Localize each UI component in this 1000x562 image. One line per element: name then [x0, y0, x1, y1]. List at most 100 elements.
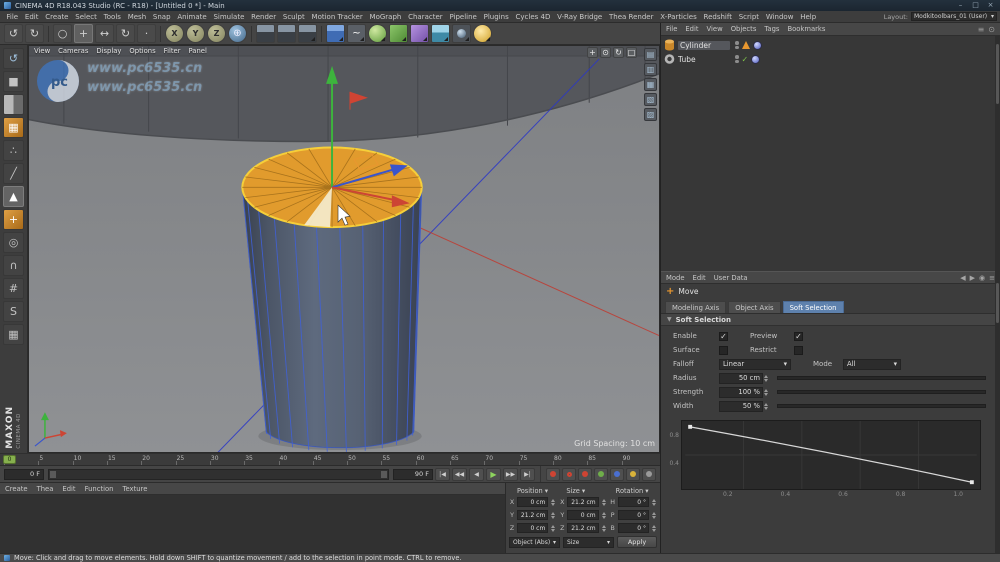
enabled-check-icon[interactable]: ✓ [742, 55, 749, 64]
position-y-field[interactable]: 21.2 cm [517, 510, 549, 520]
timeline-tick[interactable]: 85 [587, 454, 621, 465]
timeline-tick[interactable]: 35 [244, 454, 278, 465]
history-forward-icon[interactable]: ▶ [970, 274, 975, 282]
menu-item[interactable]: Motion Tracker [308, 13, 366, 21]
position-header[interactable]: Position ▾ [509, 485, 558, 496]
start-frame-field[interactable]: 0 F [4, 468, 44, 480]
falloff-curve[interactable] [690, 426, 972, 483]
object-row-tube[interactable]: Tube ✓ [664, 52, 997, 66]
am-menu-mode[interactable]: Mode [666, 274, 685, 282]
workplane-icon[interactable]: ▦ [3, 324, 24, 345]
close-button[interactable]: × [985, 1, 996, 10]
menu-item[interactable]: Script [735, 13, 762, 21]
rotation-h-field[interactable]: 0 ° [617, 497, 649, 507]
falloff-dropdown[interactable]: Linear ▾ [719, 358, 791, 370]
edges-mode-icon[interactable]: ╱ [3, 163, 24, 184]
record-position-toggle[interactable] [578, 467, 592, 481]
timeline-tick[interactable]: 60 [415, 454, 450, 465]
am-menu-userdata[interactable]: User Data [714, 274, 748, 282]
spinner[interactable] [763, 373, 769, 383]
pin-icon[interactable]: ◉ [979, 274, 985, 282]
menu-item[interactable]: Tools [100, 13, 124, 21]
polygon-selection-tag-icon[interactable] [741, 41, 750, 49]
object-manager-tree[interactable]: Cylinder Tube ✓ [661, 36, 1000, 271]
spinner[interactable] [601, 497, 607, 507]
workplane-mode-icon[interactable]: ▦ [3, 117, 24, 138]
perspective-viewport[interactable]: Grid Spacing: 10 cm View Cameras Display Op… [28, 45, 660, 453]
side-palette-icon-4[interactable]: ▧ [644, 93, 657, 106]
lock-z-axis-icon[interactable]: Z [207, 24, 226, 43]
spinner[interactable] [601, 510, 607, 520]
mode-dropdown[interactable]: All ▾ [843, 358, 901, 370]
position-z-field[interactable]: 0 cm [517, 523, 549, 533]
timeline-tick[interactable]: 25 [175, 454, 210, 465]
lock-x-axis-icon[interactable]: X [165, 24, 184, 43]
size-x-field[interactable]: 21.2 cm [567, 497, 599, 507]
rotate-tool-icon[interactable]: ↻ [116, 24, 135, 43]
next-frame-button[interactable]: ▶▶ [503, 467, 518, 481]
timeline-tick[interactable]: 30 [209, 454, 244, 465]
spline-pen-icon[interactable]: ~ [347, 24, 366, 43]
timeline-tick[interactable]: 50 [347, 454, 381, 465]
scale-tool-icon[interactable]: ↔ [95, 24, 114, 43]
om-menu-objects[interactable]: Objects [731, 25, 757, 33]
apply-button[interactable]: Apply [617, 536, 657, 548]
coordinate-mode-dropdown[interactable]: Object (Abs) ▾ [509, 536, 560, 548]
timeline-tick[interactable]: 40 [278, 454, 313, 465]
texture-mode-icon[interactable] [3, 94, 24, 115]
menu-item[interactable]: Cycles 4D [512, 13, 554, 21]
surface-checkbox[interactable] [719, 345, 728, 355]
maximize-button[interactable]: □ [970, 1, 981, 10]
material-menu-item[interactable]: Thea [37, 485, 54, 493]
size-header[interactable]: Size ▾ [558, 485, 607, 496]
spinner[interactable] [550, 497, 556, 507]
menu-item[interactable]: Window [762, 13, 796, 21]
move-tool-icon[interactable]: + [74, 24, 93, 43]
goto-end-button[interactable]: ▶| [520, 467, 535, 481]
size-z-field[interactable]: 21.2 cm [567, 523, 599, 533]
render-to-picture-viewer-icon[interactable] [277, 24, 296, 43]
record-keyframe-button[interactable] [546, 467, 560, 481]
width-field[interactable]: 50 % [719, 400, 763, 412]
menu-item[interactable]: Character [405, 13, 446, 21]
radius-field[interactable]: 50 cm [719, 372, 763, 384]
timeline-tick[interactable]: 10 [72, 454, 107, 465]
history-back-icon[interactable]: ◀ [960, 274, 965, 282]
am-scrollbar[interactable] [995, 271, 1000, 553]
menu-item[interactable]: Help [797, 13, 820, 21]
menu-item[interactable]: Select [72, 13, 100, 21]
side-palette-icon-5[interactable]: ▨ [644, 108, 657, 121]
falloff-curve-panel[interactable]: 0.8 0.4 0.2 0.4 0.6 0.8 1.0 [661, 415, 1000, 498]
om-menu-edit[interactable]: Edit [685, 25, 698, 33]
om-filter-icon[interactable]: ≡ [978, 25, 985, 34]
minimize-button[interactable]: – [955, 1, 966, 10]
menu-item[interactable]: Plugins [480, 13, 512, 21]
timeline-tick[interactable]: 90 [621, 454, 656, 465]
enable-checkbox[interactable]: ✓ [719, 331, 728, 341]
menu-item[interactable]: Animate [174, 13, 210, 21]
cylinder-object[interactable] [241, 146, 423, 452]
radius-slider[interactable] [777, 376, 986, 380]
visibility-dots[interactable] [735, 55, 739, 63]
end-frame-field[interactable]: 90 F [393, 468, 433, 480]
timeline-tick[interactable]: 70 [484, 454, 518, 465]
size-mode-dropdown[interactable]: Size ▾ [563, 536, 614, 548]
coordinate-system-icon[interactable]: ⊕ [228, 24, 247, 43]
play-button[interactable]: ▶ [486, 467, 501, 481]
object-name[interactable]: Cylinder [678, 40, 730, 50]
viewport-scene[interactable]: Grid Spacing: 10 cm [29, 46, 659, 452]
spinner[interactable] [601, 523, 607, 533]
last-tool-icon[interactable]: · [137, 24, 156, 43]
lock-y-axis-icon[interactable]: Y [186, 24, 205, 43]
tab-object-axis[interactable]: Object Axis [728, 301, 781, 313]
redo-icon[interactable]: ↻ [25, 24, 44, 43]
layout-dropdown[interactable]: Modkitoolbars_01 (User) ▾ [911, 12, 997, 21]
material-menu-item[interactable]: Create [5, 485, 28, 493]
menu-item[interactable]: X-Particles [657, 13, 700, 21]
timeline-tick[interactable]: 75 [518, 454, 553, 465]
falloff-curve-graph[interactable] [681, 420, 981, 490]
environment-icon[interactable] [431, 24, 450, 43]
pan-view-icon[interactable]: + [587, 47, 598, 58]
light-icon[interactable] [473, 24, 492, 43]
om-menu-tags[interactable]: Tags [764, 25, 779, 33]
